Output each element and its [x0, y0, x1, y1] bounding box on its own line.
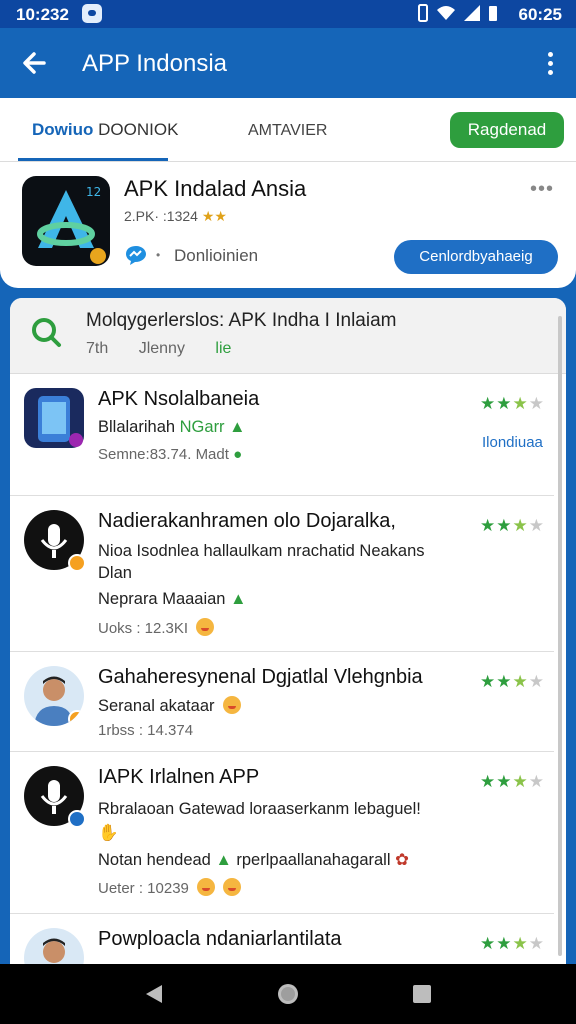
list-item-meta: Ueter : 10239	[98, 878, 242, 897]
tab-download-label: Dowiuo	[32, 120, 94, 139]
emoji-icon	[223, 696, 242, 714]
battery-icon	[489, 6, 497, 21]
emoji-icon	[223, 878, 242, 896]
list-item[interactable]: IAPK Irlalnen APP Rbralaoan Gatewad lora…	[10, 752, 554, 914]
list-item-desc: Nioa Isodnlea hallaulkam nrachatid Neaka…	[98, 542, 425, 560]
search-meta-b: Jlenny	[138, 340, 185, 357]
list-item-title: Powploacla ndaniarlantilata	[98, 928, 342, 950]
app-bar: APP Indonsia	[0, 28, 576, 98]
list-item[interactable]: Nadierakanhramen olo Dojaralka, Nioa Iso…	[10, 496, 554, 652]
emoji-icon	[196, 618, 215, 636]
search-icon	[32, 318, 61, 347]
mic-app-icon	[24, 766, 86, 828]
featured-app-title: APK Indalad Ansia	[124, 176, 307, 201]
search-query-text: Molqygerlerslos: APK Indha I Inlaiam	[86, 310, 397, 331]
list-item-subtitle-text: Notan hendead	[98, 851, 211, 869]
app-logo-icon: 12	[22, 176, 110, 266]
back-arrow-icon[interactable]	[18, 46, 52, 80]
notification-icon	[82, 4, 102, 23]
emoji-icon	[197, 878, 216, 896]
status-icons	[416, 4, 498, 22]
system-nav-bar	[0, 964, 576, 1024]
app-bar-title: APP Indonsia	[82, 50, 227, 77]
star-rating: ★★★★	[480, 772, 545, 791]
search-meta-green: lie	[215, 340, 232, 357]
header-action-button[interactable]: Ragdenad	[450, 112, 564, 148]
list-item-subtitle-text: Bllalarihah	[98, 418, 176, 436]
separator-dot: •	[156, 248, 161, 262]
scrollbar[interactable]	[558, 316, 562, 956]
list-item-meta: 1rbss : 14.374	[98, 722, 194, 739]
list-item[interactable]: Gahaheresynenal Dgjatlal Vlehgnbia Seran…	[10, 652, 554, 752]
tab-row: Dowiuo DOONIOK AMTAVIER Ragdenad	[0, 98, 576, 162]
tab-download-sublabel: DOONIOK	[98, 120, 179, 139]
badge-icon	[68, 554, 86, 572]
vibrate-icon	[418, 4, 428, 22]
list-item-meta-text: Uoks : 12.3KI	[98, 620, 189, 637]
featured-app-card[interactable]: 12 APK Indalad Ansia 2.PK· :1324 ★★ ••• …	[0, 162, 576, 288]
mic-app-icon	[24, 510, 86, 572]
android-icon: ▲	[215, 851, 232, 869]
list-item-subtitle: Seranal akataar	[98, 696, 242, 716]
hand-icon: ✋	[98, 824, 119, 842]
svg-text:12: 12	[86, 185, 101, 199]
star-rating: ★★★★	[480, 516, 545, 535]
list-item-title: Nadierakanhramen olo Dojaralka,	[98, 510, 396, 532]
nav-back-icon[interactable]	[142, 982, 166, 1006]
list-item-subtitle: Notan hendead ▲ rperlpaallanahagarall ✿	[98, 850, 409, 870]
rating-stars: ★★	[201, 208, 227, 224]
list-item-subtitle-text: Neprara Maaaian	[98, 590, 226, 608]
search-meta-a: 7th	[86, 340, 109, 357]
wifi-icon	[437, 6, 455, 20]
search-meta: 7th Jlenny lie	[86, 340, 231, 358]
featured-app-meta: 2.PK· :1324 ★★	[124, 208, 227, 225]
list-item-subtitle: Bllalarihah NGarr ▲	[98, 418, 246, 437]
list-item-subtitle-green: NGarr	[179, 418, 225, 436]
list-item-action-link[interactable]: Ilondiuaa	[482, 434, 543, 451]
list-item-subtitle-text-2: rperlpaallanahagarall	[236, 851, 391, 869]
tab-download[interactable]: Dowiuo DOONIOK	[32, 120, 178, 140]
list-item-title: IAPK Irlalnen APP	[98, 766, 260, 788]
list-item-desc: Rbralaoan Gatewad loraaserkanm lebaguel!	[98, 800, 421, 818]
featured-download-label: Donlioinien	[174, 246, 259, 265]
list-item-subtitle-text: Seranal akataar	[98, 697, 215, 715]
list-item-meta: Uoks : 12.3KI	[98, 618, 215, 637]
status-bar: 10:232 60:25	[0, 0, 576, 28]
leaf-icon: ●	[233, 446, 243, 463]
badge-icon	[68, 810, 86, 828]
tab-secondary[interactable]: AMTAVIER	[248, 122, 327, 140]
list-item-desc-2: Dlan	[98, 564, 132, 582]
active-tab-indicator	[18, 158, 168, 161]
list-item-title: Gahaheresynenal Dgjatlal Vlehgnbia	[98, 666, 423, 688]
status-time: 10:232	[16, 5, 69, 24]
star-rating: ★★★★	[480, 672, 545, 691]
list-item-meta-text: Semne:83.74. Madt	[98, 446, 229, 463]
star-rating: ★★★★	[480, 394, 545, 413]
list-item[interactable]: APK Nsolalbaneia Bllalarihah NGarr ▲ Sem…	[10, 374, 554, 496]
phone-app-icon	[24, 388, 84, 448]
list-item-title: APK Nsolalbaneia	[98, 388, 260, 410]
nav-recents-icon[interactable]	[410, 982, 434, 1006]
list-item-subtitle: Neprara Maaaian ▲	[98, 590, 246, 609]
featured-app-meta-text: 2.PK· :1324	[124, 208, 198, 224]
messenger-icon[interactable]	[124, 244, 148, 266]
star-rating: ★★★★	[480, 934, 545, 953]
avatar	[24, 666, 84, 726]
status-battery-text: 60:25	[518, 5, 562, 24]
signal-icon	[464, 5, 480, 21]
nav-home-icon[interactable]	[276, 982, 300, 1006]
leaf-icon: ✿	[395, 851, 409, 869]
featured-download-button[interactable]: Cenlordbyahaeig	[394, 240, 558, 274]
android-icon: ▲	[229, 418, 246, 436]
more-options-icon[interactable]: •••	[530, 178, 554, 201]
overflow-menu-icon[interactable]	[542, 50, 558, 78]
search-summary-row[interactable]: Molqygerlerslos: APK Indha I Inlaiam 7th…	[10, 298, 566, 374]
list-item-meta-text: Ueter : 10239	[98, 880, 189, 897]
android-icon: ▲	[230, 590, 247, 608]
badge-icon	[68, 710, 84, 726]
list-item-meta: Semne:83.74. Madt ●	[98, 446, 242, 463]
results-panel: Molqygerlerslos: APK Indha I Inlaiam 7th…	[10, 298, 566, 978]
